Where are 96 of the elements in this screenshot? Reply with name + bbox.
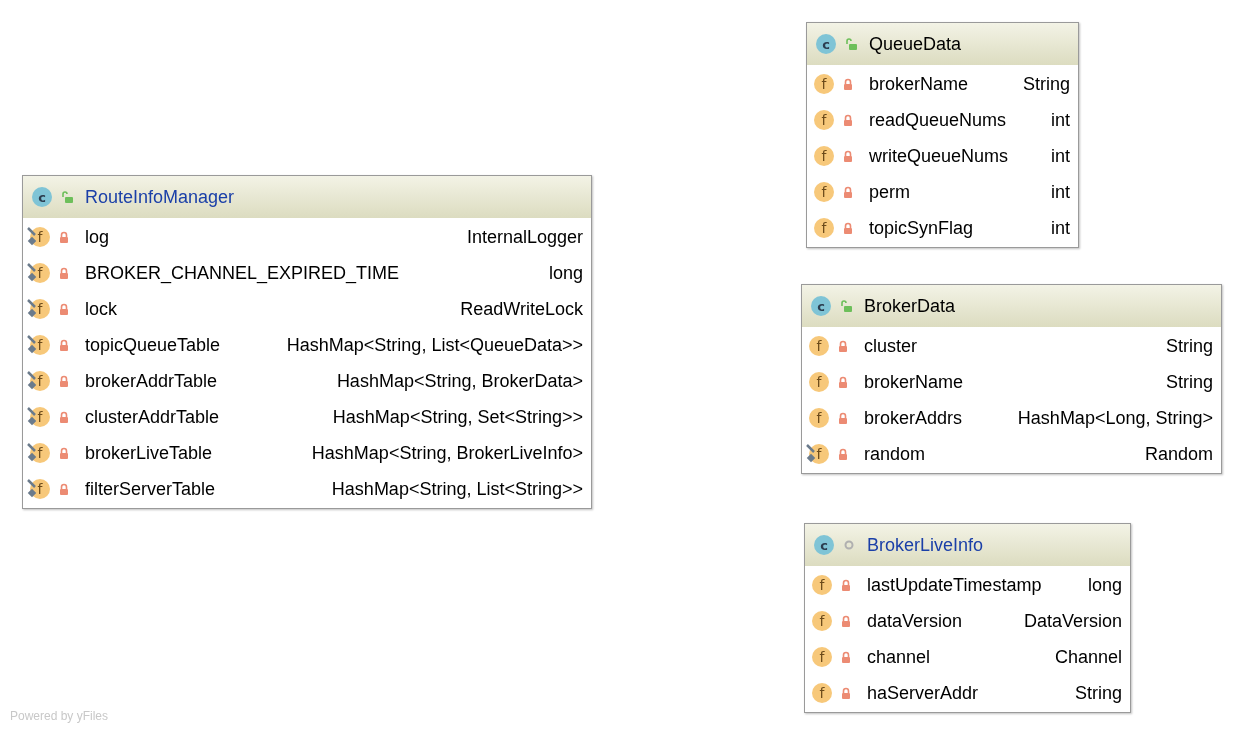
field-name: random <box>864 442 926 466</box>
field-type: HashMap<String, Set<String>> <box>331 405 583 429</box>
lock-icon <box>843 114 853 126</box>
field-type: HashMap<String, BrokerData> <box>335 369 583 393</box>
field-type: String <box>1021 72 1070 96</box>
field-icon: f <box>806 335 830 357</box>
static-field-icon: f <box>27 370 51 392</box>
lock-icon <box>838 376 848 388</box>
lock-icon <box>59 483 69 495</box>
field-type: HashMap<String, BrokerLiveInfo> <box>310 441 583 465</box>
field-icon: f <box>809 574 833 596</box>
lock-icon <box>59 231 69 243</box>
class-name: RouteInfoManager <box>85 185 235 209</box>
field-name: brokerLiveTable <box>85 441 213 465</box>
field-name: log <box>85 225 110 249</box>
lock-icon <box>838 412 848 424</box>
field-type: int <box>1050 180 1070 204</box>
lock-icon <box>59 303 69 315</box>
field-name: topicSynFlag <box>869 216 974 240</box>
field-type: ReadWriteLock <box>459 297 583 321</box>
class-node[interactable] <box>22 175 592 509</box>
field-name: BROKER_CHANNEL_EXPIRED_TIME <box>85 261 400 286</box>
class-name: BrokerData <box>864 294 956 318</box>
static-field-icon: f <box>27 262 51 284</box>
field-type: String <box>1164 334 1213 358</box>
lock-icon <box>59 267 69 279</box>
field-name: filterServerTable <box>85 477 216 501</box>
lock-icon <box>59 411 69 423</box>
lock-icon <box>59 447 69 459</box>
field-name: brokerName <box>869 72 969 96</box>
field-icon: f <box>809 610 833 632</box>
field-type: int <box>1050 216 1070 240</box>
field-type: String <box>1073 681 1122 705</box>
field-icon: f <box>811 217 835 239</box>
field-type: HashMap<String, List<QueueData>> <box>285 333 583 357</box>
field-icon: f <box>811 145 835 167</box>
field-name: lastUpdateTimestamp <box>867 573 1042 597</box>
field-type: HashMap<Long, String> <box>1016 406 1213 430</box>
field-type: Random <box>1143 442 1213 466</box>
field-icon: f <box>811 109 835 131</box>
static-field-icon: f <box>27 478 51 500</box>
field-icon: f <box>811 73 835 95</box>
static-field-icon: f <box>27 334 51 356</box>
field-name: dataVersion <box>867 609 963 633</box>
class-node[interactable]: c BrokerData f cluster String f brokerName String f brokerAddrs HashMap<Long, String> f random Random <box>801 284 1222 474</box>
class-icon: c <box>813 534 835 556</box>
field-name: cluster <box>864 334 917 358</box>
field-icon: f <box>806 371 830 393</box>
static-field-icon: f <box>27 226 51 248</box>
static-field-icon: f <box>27 298 51 320</box>
field-type: long <box>1086 573 1122 597</box>
class-icon: c <box>31 186 53 208</box>
field-name: perm <box>869 180 910 204</box>
lock-icon <box>841 579 851 591</box>
field-name: haServerAddr <box>867 681 979 705</box>
class-icon: c <box>815 33 837 55</box>
field-icon: f <box>806 407 830 429</box>
class-name: QueueData <box>869 32 962 56</box>
static-field-icon: f <box>27 406 51 428</box>
class-icon: c <box>810 295 832 317</box>
static-field-icon: f <box>27 442 51 464</box>
field-name: clusterAddrTable <box>85 405 220 429</box>
field-name: brokerName <box>864 370 964 394</box>
field-type: HashMap<String, List<String>> <box>330 477 583 501</box>
field-name: readQueueNums <box>869 108 1007 132</box>
static-field-icon: f <box>806 443 830 465</box>
field-name: lock <box>85 297 117 321</box>
lock-icon <box>59 375 69 387</box>
field-name: writeQueueNums <box>869 144 1009 168</box>
field-type: int <box>1050 108 1070 132</box>
class-node[interactable]: c BrokerLiveInfo f lastUpdateTimestamp long f dataVersion DataVersion f channel Channel f haServerAddr String <box>804 523 1131 713</box>
field-name: channel <box>867 645 931 669</box>
field-type: String <box>1164 370 1213 394</box>
lock-icon <box>841 651 851 663</box>
lock-icon <box>843 222 853 234</box>
lock-icon <box>843 150 853 162</box>
field-type: long <box>547 261 583 285</box>
lock-icon <box>838 448 848 460</box>
lock-icon <box>838 340 848 352</box>
class-name: BrokerLiveInfo <box>867 533 984 557</box>
field-type: int <box>1050 144 1070 168</box>
lock-icon <box>843 78 853 90</box>
lock-icon <box>843 186 853 198</box>
field-icon: f <box>809 682 833 704</box>
field-name: brokerAddrs <box>864 406 963 430</box>
field-name: brokerAddrTable <box>85 369 218 393</box>
class-node[interactable]: c QueueData f brokerName String f readQueueNums int f writeQueueNums int f perm int f topicSynFlag int <box>806 22 1079 248</box>
field-icon: f <box>811 181 835 203</box>
lock-icon <box>59 339 69 351</box>
field-type: DataVersion <box>1022 609 1122 633</box>
field-name: topicQueueTable <box>85 333 221 357</box>
field-type: InternalLogger <box>465 225 583 249</box>
lock-icon <box>841 615 851 627</box>
lock-icon <box>841 687 851 699</box>
field-type: Channel <box>1053 645 1122 669</box>
field-icon: f <box>809 646 833 668</box>
